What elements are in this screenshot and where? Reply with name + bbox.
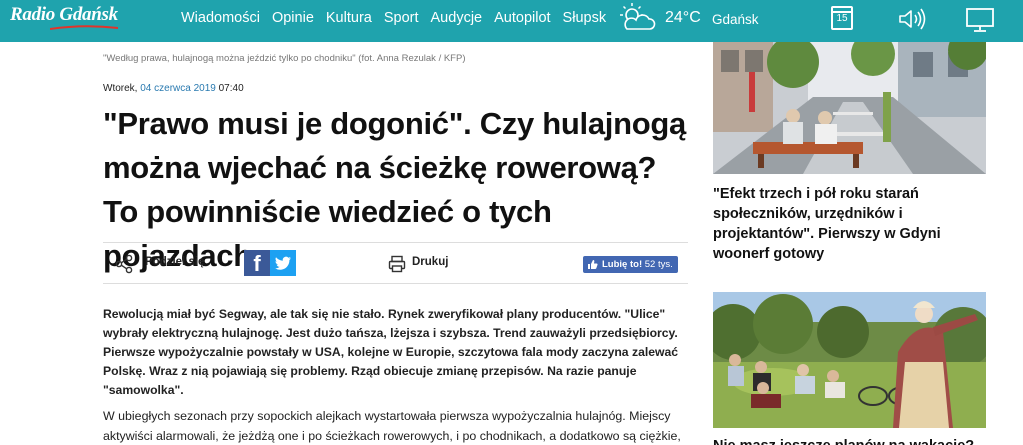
thumbs-up-icon — [588, 260, 598, 269]
article-lead: Rewolucją miał być Segway, ale tak się n… — [103, 307, 679, 397]
like-count: 52 tys. — [644, 259, 673, 270]
date-weekday: Wtorek, — [103, 83, 141, 94]
twitter-share-button[interactable] — [270, 250, 296, 276]
related-article-title[interactable]: "Efekt trzech i pół roku starań społeczn… — [713, 184, 988, 264]
printer-icon[interactable] — [388, 255, 406, 273]
tv-monitor-icon[interactable] — [965, 7, 995, 33]
top-bar: Radio Gdańsk Wiadomości Opinie Kultura S… — [0, 0, 1023, 42]
print-label[interactable]: Drukuj — [412, 256, 448, 268]
share-bar: Podziel się f Drukuj Lubię to! 52 tys. — [103, 242, 688, 284]
nav-item-sport[interactable]: Sport — [384, 10, 419, 26]
main-nav: Wiadomości Opinie Kultura Sport Audycje … — [181, 10, 618, 26]
like-label: Lubię to! — [602, 259, 643, 270]
site-logo[interactable]: Radio Gdańsk — [10, 4, 118, 26]
temperature: 24°C — [665, 9, 701, 26]
nav-item-opinie[interactable]: Opinie — [272, 10, 314, 26]
article-dateline: Wtorek, 04 czerwca 2019 07:40 — [103, 83, 244, 94]
related-article-title[interactable]: Nie masz jeszcze planów na wakacje? — [713, 436, 988, 445]
calendar-icon[interactable]: 15 — [831, 6, 853, 30]
nav-item-slupsk[interactable]: Słupsk — [563, 10, 607, 26]
share-icon[interactable] — [115, 254, 133, 274]
logo-swoosh-icon — [50, 25, 118, 30]
article-body: W ubiegłych sezonach przy sopockich alej… — [103, 409, 681, 443]
share-label[interactable]: Podziel się — [145, 256, 204, 268]
speaker-icon[interactable] — [897, 7, 927, 31]
date-link[interactable]: 04 czerwca 2019 — [140, 83, 216, 94]
weather-city[interactable]: Gdańsk — [712, 12, 759, 27]
calendar-day: 15 — [836, 13, 848, 24]
nav-item-audycje[interactable]: Audycje — [431, 10, 483, 26]
nav-item-autopilot[interactable]: Autopilot — [494, 10, 550, 26]
nav-item-wiadomosci[interactable]: Wiadomości — [181, 10, 260, 26]
related-photo-park[interactable] — [713, 292, 986, 428]
partly-cloudy-icon — [620, 3, 656, 30]
date-time: 07:40 — [215, 83, 244, 94]
photo-caption: "Według prawa, hulajnogą można jeździć t… — [103, 53, 466, 64]
nav-item-kultura[interactable]: Kultura — [326, 10, 372, 26]
facebook-share-button[interactable]: f — [244, 250, 270, 276]
facebook-like-button[interactable]: Lubię to! 52 tys. — [583, 256, 678, 273]
related-photo-street[interactable] — [713, 42, 986, 174]
